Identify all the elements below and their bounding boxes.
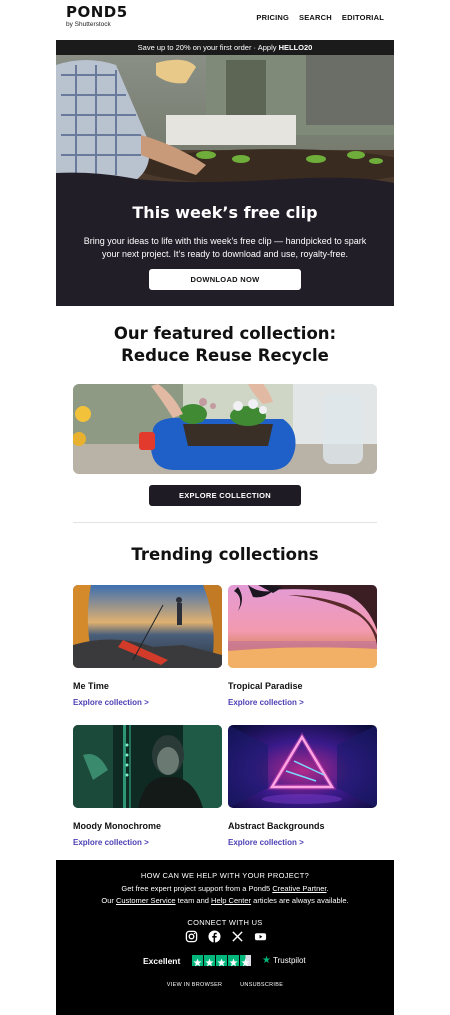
footer-support-line: Get free expert project support from a P… <box>56 884 394 893</box>
hero-title: This week’s free clip <box>132 203 318 222</box>
logo-subtitle: by Shutterstock <box>66 21 111 28</box>
footer-text: Our <box>101 896 116 905</box>
star-icon <box>216 955 227 967</box>
moody-monochrome-thumbnail[interactable] <box>73 725 222 808</box>
customer-service-link[interactable]: Customer Service <box>116 896 176 905</box>
hero-description: Bring your ideas to life with this week’… <box>83 236 367 259</box>
star-icon <box>228 955 239 967</box>
hero-image[interactable] <box>56 55 394 190</box>
connect-label: CONNECT WITH US <box>187 918 263 927</box>
trending-title: Trending collections <box>131 545 319 564</box>
explore-collection-link[interactable]: Explore collection > <box>228 698 304 707</box>
collection-card-abstract-backgrounds: Abstract Backgrounds Explore collection … <box>228 725 377 847</box>
explore-collection-button[interactable]: EXPLORE COLLECTION <box>149 485 301 506</box>
nav-search[interactable]: SEARCH <box>299 13 332 22</box>
unsubscribe-link[interactable]: UNSUBSCRIBE <box>240 982 283 988</box>
explore-collection-link[interactable]: Explore collection > <box>73 698 149 707</box>
featured-collection-image[interactable] <box>73 384 377 474</box>
logo[interactable]: POND5 by Shutterstock <box>66 3 128 29</box>
collection-title: Abstract Backgrounds <box>228 821 325 831</box>
collection-title: Tropical Paradise <box>228 681 303 691</box>
header: POND5 by Shutterstock PRICING SEARCH EDI… <box>56 0 394 40</box>
featured-title-line1: Our featured collection: <box>113 324 337 343</box>
divider <box>73 522 377 523</box>
top-nav: PRICING SEARCH EDITORIAL <box>256 13 384 22</box>
footer-heading: HOW CAN WE HELP WITH YOUR PROJECT? <box>140 871 310 880</box>
featured-title-line2: Reduce Reuse Recycle <box>121 346 329 365</box>
collection-card-tropical-paradise: Tropical Paradise Explore collection > <box>228 585 377 707</box>
star-icon <box>204 955 215 967</box>
abstract-backgrounds-thumbnail[interactable] <box>228 725 377 808</box>
help-center-link[interactable]: Help Center <box>211 896 251 905</box>
collection-card-moody-monochrome: Moody Monochrome Explore collection > <box>73 725 222 847</box>
me-time-thumbnail[interactable] <box>73 585 222 668</box>
footer-text: . <box>326 884 329 893</box>
email-body: POND5 by Shutterstock PRICING SEARCH EDI… <box>56 0 394 1015</box>
trustpilot-stars <box>192 955 251 967</box>
nav-pricing[interactable]: PRICING <box>256 13 289 22</box>
star-icon <box>192 955 203 967</box>
half-star-icon <box>240 955 251 967</box>
featured-title: Our featured collection: Reduce Reuse Re… <box>56 323 394 367</box>
trustpilot-brand: ★ Trustpilot <box>262 955 306 966</box>
footer-text: articles are always available. <box>251 896 349 905</box>
x-icon[interactable] <box>231 930 244 943</box>
instagram-icon[interactable] <box>185 930 198 943</box>
facebook-icon[interactable] <box>208 930 221 943</box>
promo-text: Save up to 20% on your first order · App… <box>137 43 279 52</box>
trustpilot-brand-text: Trustpilot <box>273 956 306 965</box>
promo-code: HELLO20 <box>278 43 313 52</box>
collection-title: Moody Monochrome <box>73 821 161 831</box>
download-now-button[interactable]: DOWNLOAD NOW <box>149 269 301 290</box>
trustpilot-label: Excellent <box>143 956 181 966</box>
view-in-browser-link[interactable]: VIEW IN BROWSER <box>167 982 223 988</box>
logo-text: POND5 <box>66 3 128 21</box>
footer-service-line: Our Customer Service team and Help Cente… <box>56 896 394 905</box>
footer-links: VIEW IN BROWSER UNSUBSCRIBE <box>56 982 394 988</box>
footer-text: Get free expert project support from a P… <box>121 884 273 893</box>
collection-title: Me Time <box>73 681 109 691</box>
creative-partner-link[interactable]: Creative Partner <box>272 884 326 893</box>
trustpilot-star-icon: ★ <box>262 955 271 966</box>
trustpilot-rating[interactable]: Excellent ★ Trustpilot <box>56 955 394 969</box>
collection-card-me-time: Me Time Explore collection > <box>73 585 222 707</box>
tropical-paradise-thumbnail[interactable] <box>228 585 377 668</box>
promo-banner[interactable]: Save up to 20% on your first order · App… <box>56 40 394 55</box>
social-links <box>185 930 267 943</box>
youtube-icon[interactable] <box>254 930 267 943</box>
nav-editorial[interactable]: EDITORIAL <box>342 13 384 22</box>
explore-collection-link[interactable]: Explore collection > <box>73 838 149 847</box>
footer-text: team and <box>175 896 212 905</box>
hero-section: This week’s free clip Bring your ideas t… <box>56 55 394 306</box>
footer: HOW CAN WE HELP WITH YOUR PROJECT? Get f… <box>56 860 394 1015</box>
explore-collection-link[interactable]: Explore collection > <box>228 838 304 847</box>
